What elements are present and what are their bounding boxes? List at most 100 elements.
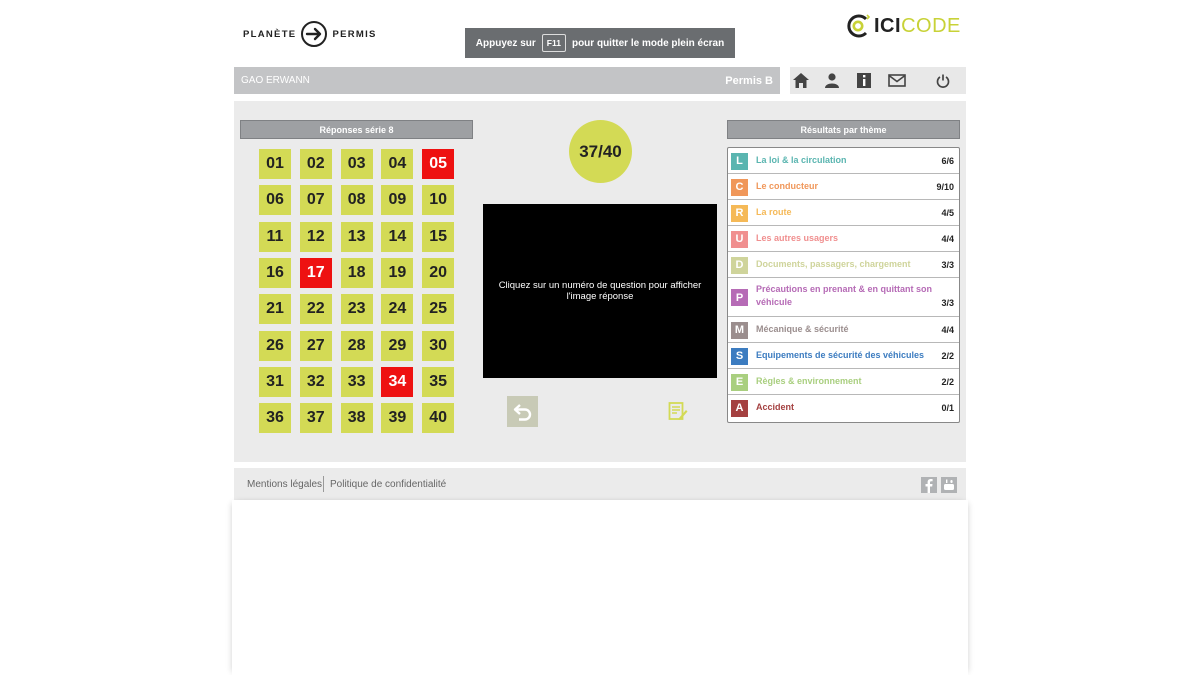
answer-cell[interactable]: 11 xyxy=(259,221,291,252)
theme-result-row: E Règles & environnement 2/2 xyxy=(728,369,959,395)
arrow-circle-icon xyxy=(301,21,328,47)
answer-cell[interactable]: 05 xyxy=(422,149,455,179)
answer-cell[interactable]: 06 xyxy=(259,185,291,216)
info-button[interactable] xyxy=(854,71,874,90)
answer-cell[interactable]: 20 xyxy=(422,257,455,288)
answer-cell[interactable]: 03 xyxy=(340,149,373,179)
answer-cell[interactable]: 36 xyxy=(259,403,291,434)
answer-cell[interactable]: 22 xyxy=(299,294,332,325)
theme-score: 4/4 xyxy=(941,325,954,335)
home-button[interactable] xyxy=(791,71,811,90)
answer-cell[interactable]: 25 xyxy=(422,294,455,325)
answer-cell[interactable]: 15 xyxy=(422,221,455,252)
info-icon xyxy=(857,73,871,88)
answer-cell[interactable]: 29 xyxy=(381,330,414,361)
logout-button[interactable] xyxy=(933,71,953,90)
theme-letter-badge: D xyxy=(731,256,748,274)
theme-result-row: C Le conducteur 9/10 xyxy=(728,174,959,200)
answer-cell[interactable]: 01 xyxy=(259,149,291,179)
icicode-logo: ICICODE xyxy=(845,12,961,40)
theme-letter-badge: E xyxy=(731,373,748,391)
theme-result-row: R La route 4/5 xyxy=(728,200,959,226)
icicode-mark-icon xyxy=(847,14,871,38)
answer-cell[interactable]: 21 xyxy=(259,294,291,325)
answer-cell[interactable]: 19 xyxy=(381,257,414,288)
answer-cell[interactable]: 13 xyxy=(340,221,373,252)
answer-cell[interactable]: 23 xyxy=(340,294,373,325)
answer-cell[interactable]: 24 xyxy=(381,294,414,325)
answer-cell[interactable]: 38 xyxy=(340,403,373,434)
theme-score: 2/2 xyxy=(941,351,954,361)
theme-score: 4/5 xyxy=(941,208,954,218)
theme-score: 6/6 xyxy=(941,156,954,166)
theme-score: 3/3 xyxy=(941,260,954,270)
theme-label: Les autres usagers xyxy=(756,233,839,243)
theme-letter-badge: P xyxy=(731,289,748,306)
answer-cell[interactable]: 34 xyxy=(381,366,414,397)
user-icon xyxy=(825,73,839,88)
back-button[interactable] xyxy=(507,396,538,427)
answer-cell[interactable]: 18 xyxy=(340,257,373,288)
profile-button[interactable] xyxy=(822,71,842,90)
answer-cell[interactable]: 09 xyxy=(381,185,414,216)
answer-cell[interactable]: 10 xyxy=(422,185,455,216)
contact-button[interactable] xyxy=(887,71,907,90)
notepad-icon xyxy=(668,402,688,420)
answer-cell[interactable]: 26 xyxy=(259,330,291,361)
answer-cell[interactable]: 37 xyxy=(299,403,332,434)
theme-result-row: P Précautions en prenant & en quittant so… xyxy=(728,278,959,317)
theme-letter-badge: R xyxy=(731,204,748,222)
theme-label: Précautions en prenant & en quittant son… xyxy=(756,284,933,307)
facebook-button[interactable] xyxy=(921,477,937,493)
score-badge: 37/40 xyxy=(569,120,632,183)
answer-cell[interactable]: 07 xyxy=(299,185,332,216)
theme-result-row: A Accident 0/1 xyxy=(728,395,959,421)
theme-letter-badge: C xyxy=(731,178,748,196)
planete-permis-logo: PLANÈTE PERMIS xyxy=(243,20,377,48)
theme-label: Equipements de sécurité des véhicules xyxy=(756,350,925,360)
privacy-link[interactable]: Politique de confidentialité xyxy=(330,479,446,490)
footer: Mentions légales Politique de confidenti… xyxy=(234,468,966,500)
theme-score: 4/4 xyxy=(941,234,954,244)
answer-cell[interactable]: 16 xyxy=(259,257,291,288)
answer-cell[interactable]: 28 xyxy=(340,330,373,361)
home-icon xyxy=(793,73,809,88)
answer-cell[interactable]: 02 xyxy=(299,149,332,179)
power-icon xyxy=(936,74,950,88)
theme-letter-badge: S xyxy=(731,347,748,365)
logo-left-text-1: PLANÈTE xyxy=(243,28,297,40)
theme-result-row: M Mécanique & sécurité 4/4 xyxy=(728,317,959,343)
theme-result-row: U Les autres usagers 4/4 xyxy=(728,226,959,252)
legal-link[interactable]: Mentions légales xyxy=(247,479,322,490)
notes-button[interactable] xyxy=(668,401,688,421)
answer-cell[interactable]: 30 xyxy=(422,330,455,361)
facebook-icon xyxy=(925,479,933,493)
page-content-area xyxy=(232,500,968,675)
theme-label: Règles & environnement xyxy=(756,376,862,386)
answer-cell[interactable]: 39 xyxy=(381,403,414,434)
answer-image-area: Cliquez sur un numéro de question pour a… xyxy=(483,204,717,378)
answer-cell[interactable]: 12 xyxy=(299,221,332,252)
answer-cell[interactable]: 33 xyxy=(340,366,373,397)
answer-cell[interactable]: 17 xyxy=(299,257,332,288)
logo-left-text-2: PERMIS xyxy=(332,28,377,40)
theme-label: La route xyxy=(756,207,792,217)
theme-label: La loi & la circulation xyxy=(756,155,847,165)
answer-cell[interactable]: 14 xyxy=(381,221,414,252)
answers-header: Réponses série 8 xyxy=(240,120,473,139)
logo-right-text-1: ICI xyxy=(874,15,902,37)
answer-cell[interactable]: 04 xyxy=(381,149,414,179)
answer-cell[interactable]: 27 xyxy=(299,330,332,361)
theme-label: Accident xyxy=(756,402,795,412)
theme-result-row: S Equipements de sécurité des véhicules 2/… xyxy=(728,343,959,369)
license-type: Permis B xyxy=(725,75,773,87)
theme-letter-badge: M xyxy=(731,321,748,339)
answer-cell[interactable]: 31 xyxy=(259,366,291,397)
footer-separator xyxy=(323,476,324,492)
answer-cell[interactable]: 32 xyxy=(299,366,332,397)
theme-score: 0/1 xyxy=(941,403,954,413)
youtube-button[interactable] xyxy=(941,477,957,493)
answer-cell[interactable]: 08 xyxy=(340,185,373,216)
answer-cell[interactable]: 40 xyxy=(422,403,455,434)
answer-cell[interactable]: 35 xyxy=(422,366,455,397)
